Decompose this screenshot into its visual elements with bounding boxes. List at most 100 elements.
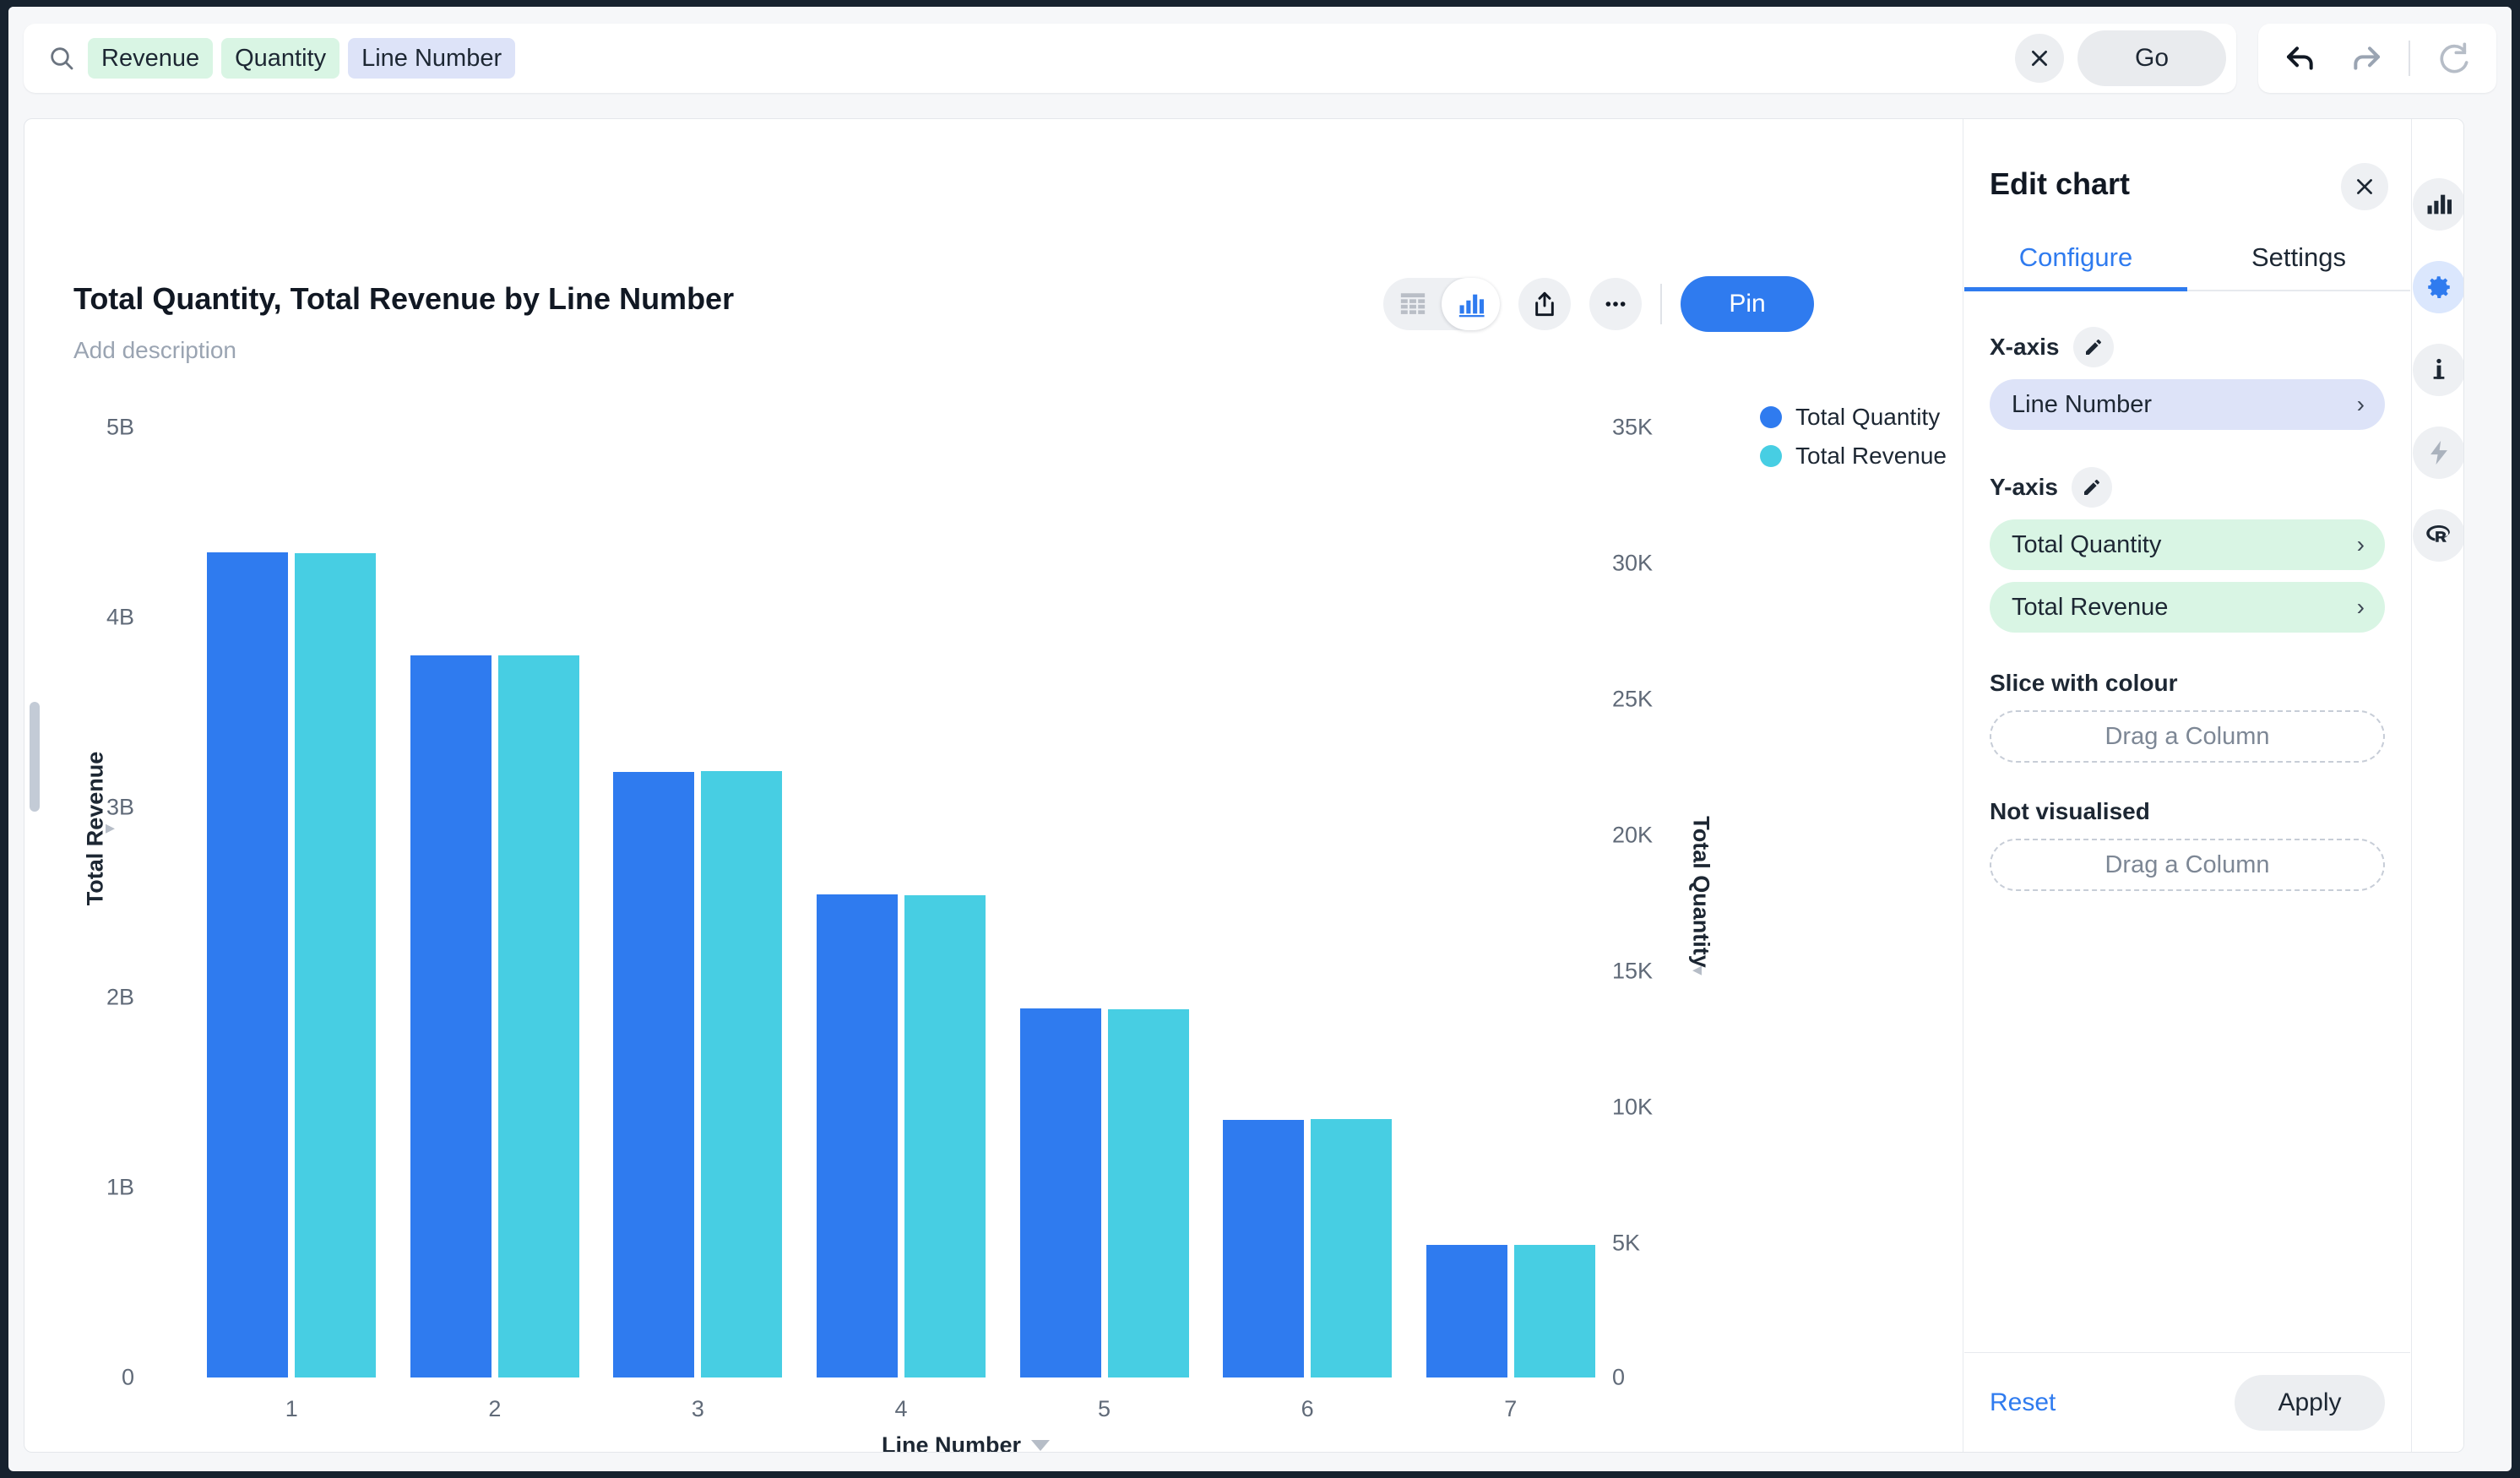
lightning-icon[interactable] [2413,427,2465,479]
bar-total-quantity[interactable] [1426,1245,1507,1378]
left-axis-tick: 0 [122,1365,134,1391]
x-axis-title-label: Line Number [882,1432,1021,1453]
top-bar: Revenue Quantity Line Number Go [8,7,2512,110]
left-axis-arrow-icon: ▸ [106,817,115,839]
left-axis-tick: 4B [106,605,134,631]
chevron-down-icon [1031,1440,1050,1451]
chart-card: Total Quantity, Total Revenue by Line Nu… [24,118,2464,1453]
right-axis-tick: 15K [1612,959,1653,985]
bar-total-revenue[interactable] [498,655,579,1377]
reset-button[interactable]: Reset [1990,1388,2056,1417]
bar-total-quantity[interactable] [1020,1008,1101,1377]
pencil-icon[interactable] [2073,327,2114,367]
x-axis-section-header: X-axis [1990,327,2385,367]
right-axis-label: Total Quantity [1688,816,1714,968]
bar-total-quantity[interactable] [410,655,492,1377]
x-axis-heading: X-axis [1990,334,2060,361]
right-axis-tick: 0 [1612,1365,1625,1391]
chevron-right-icon: › [2357,391,2365,418]
search-token-line-number[interactable]: Line Number [348,38,515,79]
legend-color-swatch [1760,445,1782,467]
chart-legend: Total Quantity Total Revenue [1760,398,1947,475]
field-label: Total Quantity [2012,531,2161,559]
close-icon[interactable] [2341,163,2388,210]
y-axis-heading: Y-axis [1990,474,2058,501]
search-token-quantity[interactable]: Quantity [221,38,339,79]
y-axis-field-total-quantity[interactable]: Total Quantity › [1990,519,2385,570]
right-axis-tick: 10K [1612,1095,1653,1121]
clear-search-button[interactable] [2015,34,2064,83]
panel-title: Edit chart [1990,166,2130,202]
y-axis-field-total-revenue[interactable]: Total Revenue › [1990,582,2385,633]
x-axis-tick: 1 [285,1396,298,1422]
field-label: Total Revenue [2012,594,2168,622]
chevron-right-icon: › [2357,531,2365,558]
bar-total-quantity[interactable] [1223,1120,1304,1377]
left-axis-tick: 2B [106,985,134,1011]
panel-tabs: Configure Settings [1964,226,2410,291]
bar-total-quantity[interactable] [613,772,694,1377]
not-visualised-section-header: Not visualised [1990,798,2385,825]
left-axis-label: Total Revenue [83,752,109,906]
left-axis-tick: 1B [106,1175,134,1201]
x-axis-tick: 4 [894,1396,907,1422]
chart-area: Total Quantity, Total Revenue by Line Nu… [24,119,1963,1452]
slice-section-header: Slice with colour [1990,670,2385,697]
info-icon[interactable] [2413,344,2465,396]
left-axis-tick: 5B [106,415,134,441]
r-logo-icon[interactable] [2413,509,2465,562]
chevron-right-icon: › [2357,594,2365,621]
legend-item-total-quantity[interactable]: Total Quantity [1760,398,1947,437]
app-root: Revenue Quantity Line Number Go [8,7,2512,1471]
bar-total-revenue[interactable] [1514,1245,1595,1378]
legend-label: Total Quantity [1795,404,1940,431]
right-axis-tick: 5K [1612,1231,1640,1257]
chart-icon[interactable] [2413,178,2465,231]
search-token-revenue[interactable]: Revenue [88,38,213,79]
tab-settings[interactable]: Settings [2187,226,2410,290]
bar-total-revenue[interactable] [1108,1009,1189,1378]
undo-icon[interactable] [2280,37,2322,79]
right-icon-rail [2411,119,2464,1452]
bar-total-revenue[interactable] [295,553,376,1378]
not-visualised-heading: Not visualised [1990,798,2150,825]
tab-configure[interactable]: Configure [1964,226,2187,290]
legend-item-total-revenue[interactable]: Total Revenue [1760,437,1947,475]
go-button[interactable]: Go [2077,30,2226,86]
panel-footer: Reset Apply [1964,1352,2410,1452]
history-toolbar [2258,24,2496,93]
right-axis-tick: 25K [1612,687,1653,713]
redo-icon[interactable] [2344,37,2387,79]
edit-chart-panel: Edit chart Configure Settings X-axis [1964,119,2410,1452]
slice-drop-zone[interactable]: Drag a Column [1990,710,2385,763]
bar-total-revenue[interactable] [701,771,782,1377]
legend-color-swatch [1760,406,1782,428]
x-axis-tick: 5 [1098,1396,1111,1422]
x-axis-tick: 3 [692,1396,704,1422]
x-axis-tick: 7 [1504,1396,1517,1422]
search-icon [42,39,81,78]
reset-icon[interactable] [2432,37,2474,79]
bar-total-quantity[interactable] [207,552,288,1377]
legend-label: Total Revenue [1795,443,1947,470]
x-axis-tick: 2 [488,1396,501,1422]
right-axis-tick: 30K [1612,551,1653,577]
bar-total-revenue[interactable] [1311,1119,1392,1377]
x-axis-field-line-number[interactable]: Line Number › [1990,379,2385,430]
field-label: Line Number [2012,391,2152,419]
right-axis-arrow-icon: ◂ [1692,959,1702,981]
bar-total-revenue[interactable] [904,895,986,1378]
right-axis-tick: 35K [1612,415,1653,441]
apply-button[interactable]: Apply [2235,1375,2385,1431]
x-axis-title[interactable]: Line Number [882,1432,1050,1453]
right-axis-tick: 20K [1612,823,1653,849]
y-axis-section-header: Y-axis [1990,467,2385,508]
panel-body: X-axis Line Number › Y-axis Total Q [1990,327,2385,891]
pencil-icon[interactable] [2072,467,2112,508]
not-visualised-drop-zone[interactable]: Drag a Column [1990,839,2385,891]
search-bar[interactable]: Revenue Quantity Line Number Go [24,24,2236,93]
gear-icon[interactable] [2413,261,2465,313]
bar-total-quantity[interactable] [817,894,898,1377]
toolbar-divider [2409,41,2410,76]
bar-chart-plot: 5B 4B 3B 2B 1B 0 Total Revenue ▸ 35K 30K… [24,119,1963,1453]
